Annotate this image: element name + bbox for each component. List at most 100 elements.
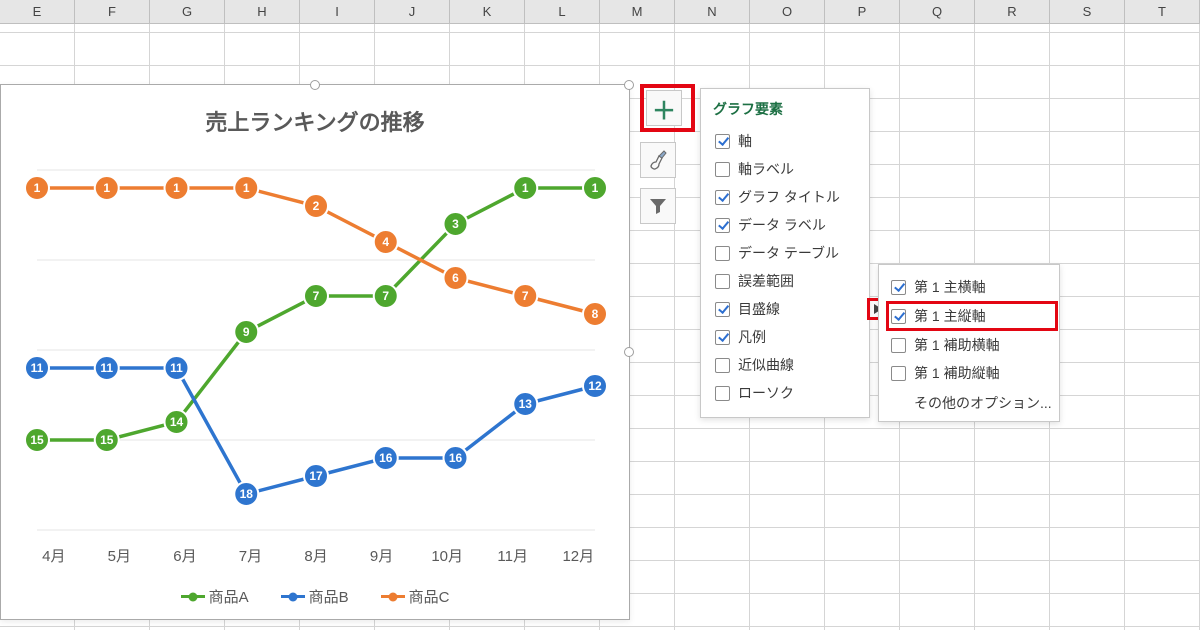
legend-label: 商品C (409, 586, 450, 607)
menu-item[interactable]: 近似曲線 (713, 351, 859, 379)
chart-object[interactable]: 売上ランキングの推移 15151497731111111118171616131… (0, 84, 630, 620)
x-tick-label: 12月 (546, 539, 612, 567)
menu-item[interactable]: ローソク (713, 379, 859, 407)
resize-handle-corner[interactable] (624, 80, 634, 90)
menu-item[interactable]: データ ラベル (713, 211, 859, 239)
menu-title: グラフ要素 (713, 99, 859, 119)
column-header[interactable]: M (600, 0, 675, 23)
column-header[interactable]: F (75, 0, 150, 23)
column-header[interactable]: R (975, 0, 1050, 23)
resize-handle-right[interactable] (624, 347, 634, 357)
checkbox[interactable] (715, 190, 730, 205)
svg-text:7: 7 (313, 289, 320, 303)
chart-title[interactable]: 売上ランキングの推移 (1, 105, 629, 137)
chart-plot-area[interactable]: 151514977311111111181716161312111124678 (21, 160, 611, 530)
checkbox[interactable] (715, 274, 730, 289)
axis-submenu[interactable]: 第 1 主横軸第 1 主縦軸第 1 補助横軸第 1 補助縦軸 その他のオプション… (878, 264, 1060, 422)
menu-item-label: データ テーブル (738, 243, 839, 263)
x-tick-label: 10月 (414, 539, 480, 567)
column-header[interactable]: S (1050, 0, 1125, 23)
column-header[interactable]: H (225, 0, 300, 23)
svg-text:8: 8 (592, 307, 599, 321)
legend-item-c[interactable]: 商品C (381, 586, 450, 607)
chart-elements-menu[interactable]: グラフ要素 軸軸ラベルグラフ タイトルデータ ラベルデータ テーブル誤差範囲目盛… (700, 88, 870, 418)
column-header[interactable]: N (675, 0, 750, 23)
submenu-item[interactable]: 第 1 主縦軸 (886, 301, 1058, 331)
column-header[interactable]: E (0, 0, 75, 23)
svg-text:1: 1 (34, 181, 41, 195)
svg-text:4: 4 (382, 235, 389, 249)
checkbox[interactable] (715, 302, 730, 317)
x-tick-label: 8月 (283, 539, 349, 567)
svg-text:15: 15 (30, 433, 44, 447)
checkbox[interactable] (715, 218, 730, 233)
column-header[interactable]: P (825, 0, 900, 23)
svg-text:1: 1 (173, 181, 180, 195)
svg-text:7: 7 (522, 289, 529, 303)
submenu-item[interactable]: 第 1 補助横軸 (889, 331, 1055, 359)
svg-text:16: 16 (449, 451, 463, 465)
menu-item[interactable]: 誤差範囲 (713, 267, 859, 295)
column-header[interactable]: K (450, 0, 525, 23)
svg-text:13: 13 (519, 397, 533, 411)
x-tick-label: 11月 (480, 539, 546, 567)
menu-item-label: 目盛線 (738, 299, 780, 319)
checkbox[interactable] (891, 280, 906, 295)
submenu-item-label: 第 1 主横軸 (914, 277, 986, 297)
submenu-item[interactable]: 第 1 主横軸 (889, 273, 1055, 301)
column-headers: EFGHIJKLMNOPQRST (0, 0, 1200, 24)
menu-item-label: グラフ タイトル (738, 187, 840, 207)
checkbox[interactable] (715, 330, 730, 345)
column-header[interactable]: J (375, 0, 450, 23)
checkbox[interactable] (715, 386, 730, 401)
column-header[interactable]: I (300, 0, 375, 23)
chart-elements-button[interactable]: ＋ (646, 90, 682, 126)
legend-swatch (381, 595, 405, 598)
column-header[interactable]: O (750, 0, 825, 23)
chart-filter-button[interactable] (640, 188, 676, 224)
menu-item[interactable]: 目盛線 (713, 295, 859, 323)
menu-item[interactable]: 軸ラベル (713, 155, 859, 183)
checkbox[interactable] (715, 162, 730, 177)
x-tick-label: 5月 (87, 539, 153, 567)
checkbox[interactable] (715, 246, 730, 261)
legend-swatch (181, 595, 205, 598)
funnel-icon (649, 197, 667, 215)
chart-x-axis: 4月5月6月7月8月9月10月11月12月 (21, 539, 611, 567)
legend-item-b[interactable]: 商品B (281, 586, 349, 607)
checkbox[interactable] (891, 366, 906, 381)
column-header[interactable]: Q (900, 0, 975, 23)
menu-item-label: ローソク (738, 383, 794, 403)
svg-text:2: 2 (313, 199, 320, 213)
column-header[interactable]: G (150, 0, 225, 23)
submenu-item-label: 第 1 補助横軸 (914, 335, 1000, 355)
menu-item[interactable]: データ テーブル (713, 239, 859, 267)
svg-text:3: 3 (452, 217, 459, 231)
resize-handle-top[interactable] (310, 80, 320, 90)
legend-label: 商品A (209, 586, 249, 607)
menu-item[interactable]: 凡例 (713, 323, 859, 351)
submenu-more-options[interactable]: その他のオプション... (889, 387, 1055, 413)
chart-legend[interactable]: 商品A 商品B 商品C (1, 586, 629, 607)
submenu-item-label: 第 1 補助縦軸 (914, 363, 1000, 383)
svg-text:1: 1 (243, 181, 250, 195)
svg-text:6: 6 (452, 271, 459, 285)
brush-icon (648, 150, 668, 170)
svg-text:16: 16 (379, 451, 393, 465)
chart-styles-button[interactable] (640, 142, 676, 178)
column-header[interactable]: L (525, 0, 600, 23)
checkbox[interactable] (891, 309, 906, 324)
svg-text:7: 7 (382, 289, 389, 303)
menu-item[interactable]: 軸 (713, 127, 859, 155)
svg-text:18: 18 (240, 487, 254, 501)
column-header[interactable]: T (1125, 0, 1200, 23)
submenu-item[interactable]: 第 1 補助縦軸 (889, 359, 1055, 387)
checkbox[interactable] (715, 134, 730, 149)
svg-text:1: 1 (522, 181, 529, 195)
menu-item-label: 近似曲線 (738, 355, 794, 375)
checkbox[interactable] (891, 338, 906, 353)
checkbox[interactable] (715, 358, 730, 373)
plus-icon: ＋ (652, 91, 676, 126)
legend-item-a[interactable]: 商品A (181, 586, 249, 607)
menu-item[interactable]: グラフ タイトル (713, 183, 859, 211)
